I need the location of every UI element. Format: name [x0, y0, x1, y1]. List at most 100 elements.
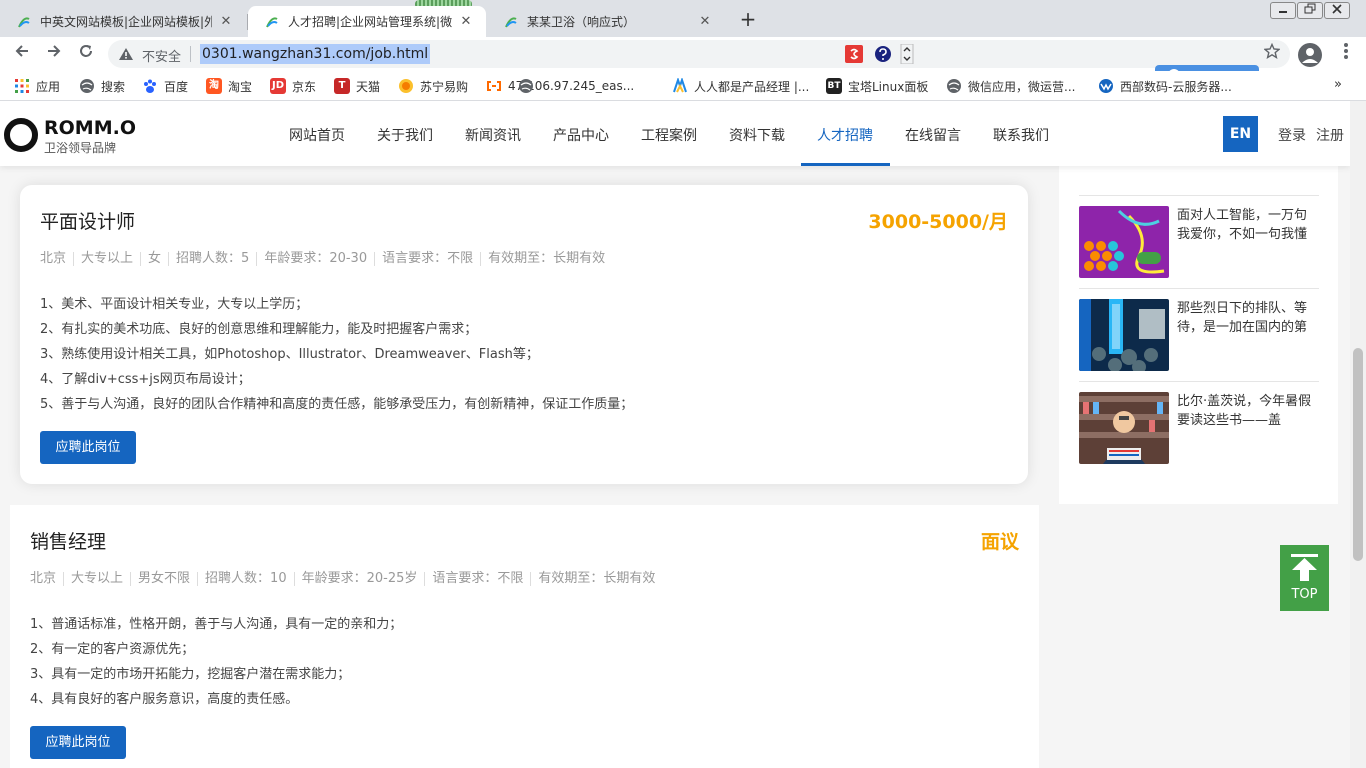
close-tab-icon[interactable]: ✕: [218, 14, 234, 29]
warning-icon: [119, 48, 133, 60]
bookmark-baota[interactable]: BT 宝塔Linux面板: [826, 77, 928, 95]
nav-products[interactable]: 产品中心: [553, 125, 609, 145]
address-bar[interactable]: 不安全 0301.wangzhan31.com/job.html: [108, 40, 1290, 68]
nav-messages[interactable]: 在线留言: [905, 125, 961, 145]
bookmark-label: 宝塔Linux面板: [848, 79, 929, 94]
bookmark-tmall[interactable]: T 天猫: [334, 77, 380, 95]
bookmark-woshipm[interactable]: 人人都是产品经理 |...: [672, 77, 809, 95]
apply-button[interactable]: 应聘此岗位: [30, 726, 126, 759]
logo-mark-icon[interactable]: [4, 118, 38, 152]
arrow-right-icon: [48, 45, 61, 57]
site-header: ROMM.O 卫浴领导品牌 网站首页 关于我们 新闻资讯 产品中心 工程案例 资…: [0, 101, 1350, 166]
job-education: 大专以上: [64, 572, 132, 586]
page-scrollbar[interactable]: [1350, 101, 1366, 768]
tab-bathroom-site[interactable]: 某某卫浴（响应式） ✕: [487, 6, 725, 37]
job-salary: 面议: [980, 531, 1019, 553]
bookmarks-overflow-button[interactable]: »: [1334, 77, 1342, 92]
bookmark-taobao[interactable]: 淘 淘宝: [206, 77, 252, 95]
register-link[interactable]: 注册: [1316, 125, 1344, 145]
bookmark-jd[interactable]: JD 京东: [270, 77, 316, 95]
bookmark-wechat-apps[interactable]: 微信应用，微运营...: [946, 77, 1075, 95]
news-thumbnail[interactable]: [1079, 392, 1169, 464]
logo-title[interactable]: ROMM.O: [44, 117, 136, 139]
requirement-line: 3、熟练使用设计相关工具，如Photoshop、Illustrator、Drea…: [40, 347, 539, 362]
news-divider: [1079, 381, 1319, 382]
bookmark-ip-console[interactable]: 47.106.97.245_eas...: [486, 77, 634, 95]
restore-icon: [1304, 3, 1316, 14]
bookmark-west-cn[interactable]: 西部数码-云服务器...: [1098, 77, 1232, 95]
close-window-button[interactable]: [1324, 2, 1350, 19]
arrow-up-icon: [1291, 554, 1318, 581]
news-headline[interactable]: 面对人工智能，一万句我爱你，不如一句我懂: [1177, 206, 1319, 244]
bookmark-ip-console-globe[interactable]: [518, 77, 540, 95]
job-validity: 有效期至：长期有效: [538, 571, 656, 586]
nav-home[interactable]: 网站首页: [289, 125, 345, 145]
bookmark-label: 天猫: [356, 79, 381, 94]
nav-news[interactable]: 新闻资讯: [465, 125, 521, 145]
back-to-top-button[interactable]: TOP: [1280, 545, 1329, 611]
bookmark-label: 人人都是产品经理 |...: [694, 79, 810, 94]
restore-window-button[interactable]: [1297, 2, 1323, 19]
news-thumbnail[interactable]: [1079, 299, 1169, 371]
job-meta: 北京 大专以上 男女不限 招聘人数：10 年龄要求：20-25岁 语言要求：不限…: [30, 572, 662, 586]
news-headline[interactable]: 那些烈日下的排队、等待，是一加在国内的第: [1177, 299, 1319, 337]
nav-contact[interactable]: 联系我们: [993, 125, 1049, 145]
bookmark-star-icon[interactable]: [1260, 40, 1284, 68]
nav-careers[interactable]: 人才招聘: [817, 125, 873, 145]
requirement-line: 2、有扎实的美术功底、良好的创意思维和理解能力，能及时把握客户需求；: [40, 322, 478, 337]
star-icon: [1263, 42, 1281, 59]
close-tab-icon[interactable]: ✕: [697, 14, 713, 29]
minimize-window-button[interactable]: [1270, 2, 1296, 19]
nav-downloads[interactable]: 资料下载: [729, 125, 785, 145]
reload-button[interactable]: [72, 40, 100, 68]
news-item[interactable]: 面对人工智能，一万句我爱你，不如一句我懂: [1079, 206, 1319, 278]
bookmark-baidu[interactable]: 百度: [142, 77, 188, 95]
tab-title: 中英文网站模板|企业网站模板|外: [40, 15, 212, 29]
site-favicon-icon: [505, 16, 517, 27]
url-text[interactable]: 0301.wangzhan31.com/job.html: [200, 44, 431, 64]
site-favicon-icon: [266, 16, 278, 27]
bookmark-label: 应用: [36, 79, 61, 94]
job-gender: 女: [141, 252, 170, 266]
nav-about[interactable]: 关于我们: [377, 125, 433, 145]
language-switch-button[interactable]: EN: [1223, 116, 1258, 152]
bookmark-label: 百度: [164, 79, 189, 94]
job-location: 北京: [30, 572, 65, 586]
extension-icons[interactable]: [845, 44, 917, 64]
tab-template-site[interactable]: 中英文网站模板|企业网站模板|外 ✕: [0, 6, 246, 37]
job-card: 销售经理 面议 北京 大专以上 男女不限 招聘人数：10 年龄要求：20-25岁…: [10, 505, 1039, 768]
profile-avatar-icon[interactable]: [1298, 43, 1322, 67]
bookmark-label: 西部数码-云服务器...: [1120, 79, 1232, 94]
close-tab-icon[interactable]: ✕: [458, 14, 474, 29]
news-headline[interactable]: 比尔·盖茨说，今年暑假要读这些书——盖: [1177, 392, 1319, 430]
job-salary: 3000-5000/月: [868, 211, 1008, 233]
back-button[interactable]: [8, 40, 36, 68]
new-tab-button[interactable]: +: [737, 8, 759, 30]
forward-button[interactable]: [40, 40, 68, 68]
news-thumbnail[interactable]: [1079, 206, 1169, 278]
scrollbar-thumb[interactable]: [1353, 348, 1363, 561]
nav-cases[interactable]: 工程案例: [641, 125, 697, 145]
requirement-line: 5、善于与人沟通，良好的团队合作精神和高度的责任感，能够承受压力，有创新精神，保…: [40, 397, 634, 412]
job-validity: 有效期至：长期有效: [488, 251, 606, 266]
job-headcount: 招聘人数：10: [198, 572, 295, 586]
apply-button[interactable]: 应聘此岗位: [40, 431, 136, 464]
news-item[interactable]: 那些烈日下的排队、等待，是一加在国内的第: [1079, 299, 1319, 371]
bookmark-search[interactable]: 搜索: [79, 77, 125, 95]
job-meta: 北京 大专以上 女 招聘人数：5 年龄要求：20-30 语言要求：不限 有效期至…: [40, 252, 612, 266]
job-language: 语言要求：不限: [425, 572, 532, 586]
arrow-left-icon: [15, 45, 28, 57]
taobao-icon: 淘: [206, 78, 222, 94]
login-link[interactable]: 登录: [1278, 125, 1306, 145]
tab-strip: 中英文网站模板|企业网站模板|外 ✕ 人才招聘|企业网站管理系统|微网 ✕ 某某…: [0, 0, 1366, 37]
bookmark-suning[interactable]: 苏宁易购: [398, 77, 468, 95]
bookmark-apps[interactable]: 应用: [14, 77, 60, 95]
jd-icon: JD: [270, 78, 286, 94]
news-item[interactable]: 比尔·盖茨说，今年暑假要读这些书——盖: [1079, 392, 1319, 464]
browser-menu-button[interactable]: [1336, 40, 1356, 68]
tab-job-page[interactable]: 人才招聘|企业网站管理系统|微网 ✕: [248, 6, 486, 37]
requirement-line: 3、具有一定的市场开拓能力，挖掘客户潜在需求能力；: [30, 667, 351, 682]
job-title: 平面设计师: [40, 211, 136, 233]
tmall-icon: T: [334, 78, 350, 94]
security-status[interactable]: 不安全: [142, 46, 181, 65]
